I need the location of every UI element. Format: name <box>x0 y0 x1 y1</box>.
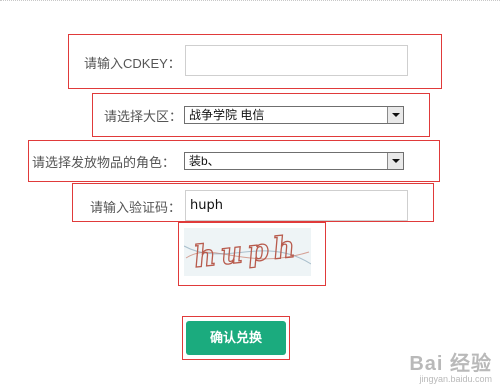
confirm-exchange-button[interactable]: 确认兑换 <box>186 321 286 355</box>
region-selected-value: 战争学院 电信 <box>189 108 265 122</box>
captcha-input[interactable] <box>185 190 408 221</box>
cdkey-input[interactable] <box>185 45 408 76</box>
captcha-glyphs: huph <box>192 229 301 275</box>
captcha-image[interactable]: huph <box>184 228 311 276</box>
role-label: 请选择发放物品的角色： <box>32 155 176 170</box>
top-dotted-divider <box>0 0 500 1</box>
role-select[interactable]: 装b、 <box>184 152 404 170</box>
captcha-graphic: huph <box>184 229 311 276</box>
baidu-jingyan-watermark: Bai 经验 jingyan.baidu.com <box>409 353 492 384</box>
captcha-label: 请输入验证码： <box>90 200 182 215</box>
chevron-down-icon[interactable] <box>387 153 403 169</box>
region-label: 请选择大区： <box>104 109 183 124</box>
cdkey-label: 请输入CDKEY： <box>84 56 181 71</box>
region-select[interactable]: 战争学院 电信 <box>184 106 404 124</box>
role-selected-value: 装b、 <box>189 154 220 168</box>
chevron-down-icon[interactable] <box>387 107 403 123</box>
